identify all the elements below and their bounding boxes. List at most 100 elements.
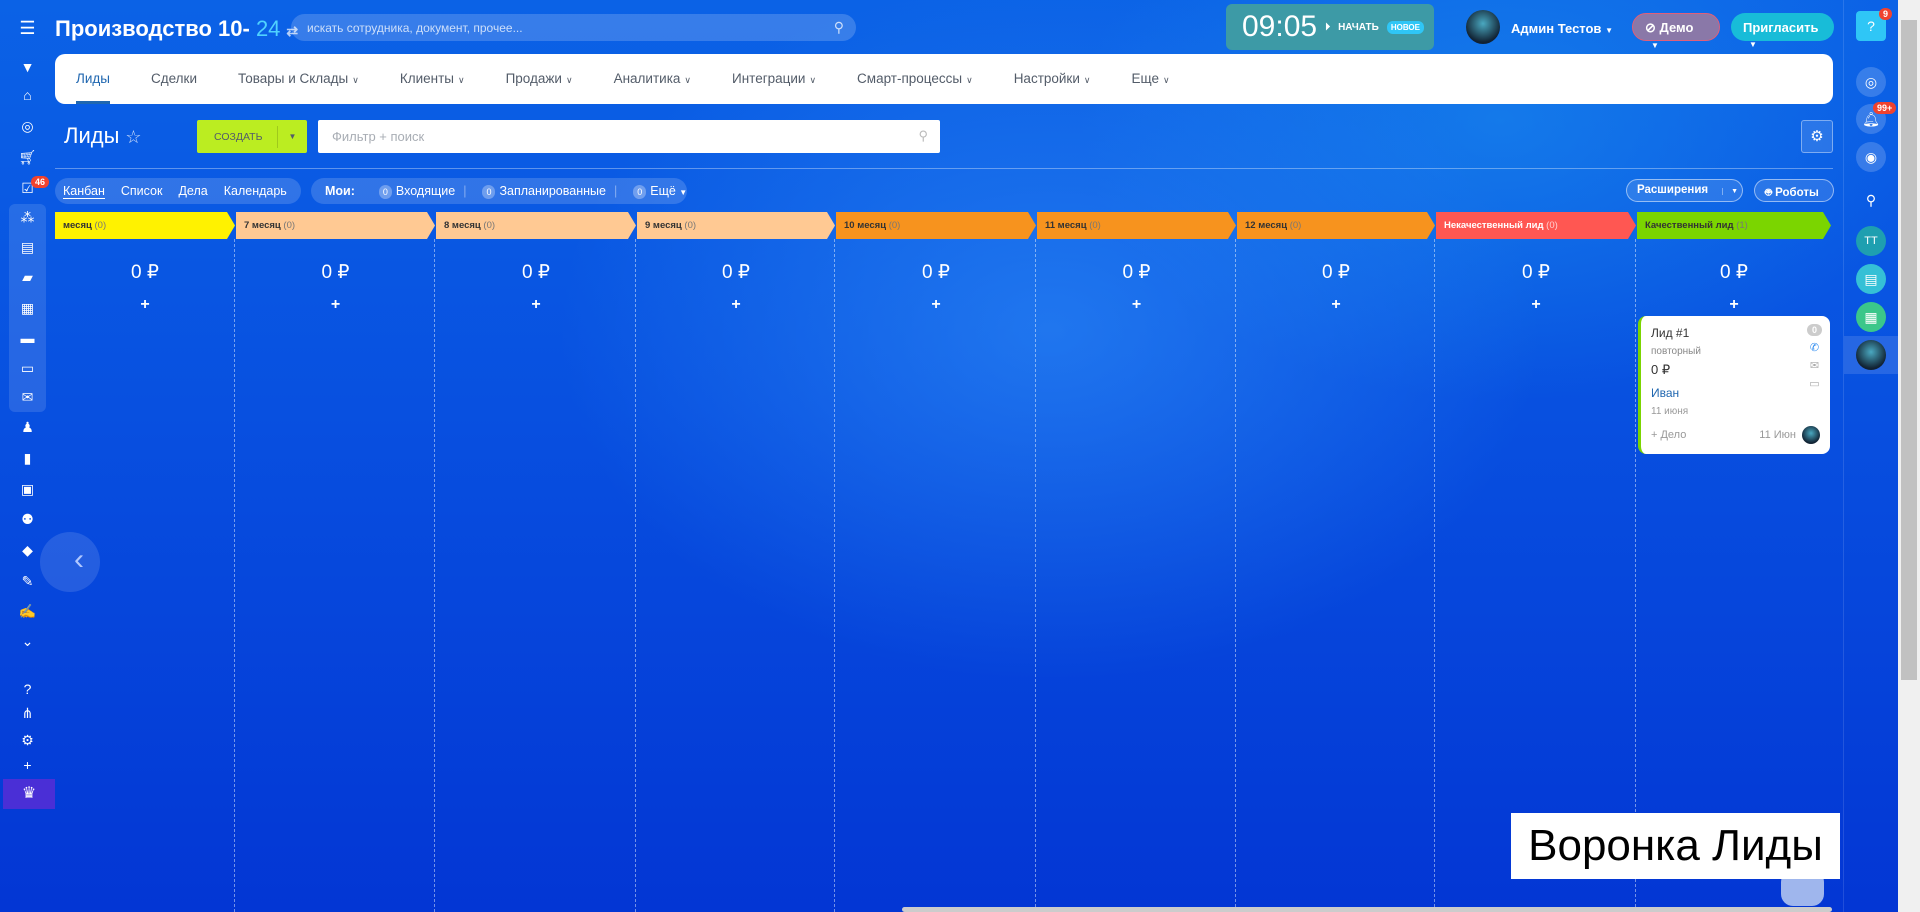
settings-button[interactable]: ⚙ — [1801, 120, 1833, 153]
column-header[interactable]: 7 месяц (0) — [236, 212, 435, 239]
view-list[interactable]: Список — [121, 184, 163, 198]
comment-icon[interactable]: ▭ — [1809, 377, 1819, 390]
column-header[interactable]: Некачественный лид (0) — [1436, 212, 1636, 239]
phone-icon[interactable]: ✆ — [1810, 341, 1819, 354]
add-item-button[interactable]: + — [1436, 296, 1636, 314]
tab-7[interactable]: Смарт-процессы ∨ — [857, 54, 973, 104]
card-title[interactable]: Лид #1 — [1651, 326, 1820, 340]
tab-9[interactable]: Еще ∨ — [1131, 54, 1169, 104]
start-button[interactable]: НАЧАТЬ — [1338, 22, 1379, 33]
add-item-button[interactable]: + — [236, 296, 435, 314]
robot-icon[interactable]: ⚉ — [0, 511, 55, 528]
tab-0[interactable]: Лиды — [76, 54, 110, 104]
search-icon[interactable]: ⚲ — [834, 19, 844, 36]
star-icon[interactable]: ☆ — [125, 127, 141, 147]
demo-button[interactable]: ⊘ Демо ▼ — [1632, 13, 1720, 50]
column-header[interactable]: 8 месяц (0) — [436, 212, 636, 239]
add-item-button[interactable]: + — [1637, 296, 1831, 314]
view-activities[interactable]: Дела — [178, 184, 207, 198]
planned-counter[interactable]: 0 Запланированные — [474, 184, 606, 199]
kanban-column: 9 месяц (0) 0 ₽ + — [637, 212, 835, 912]
view-calendar[interactable]: Календарь — [224, 184, 287, 198]
extensions-button[interactable]: Расширения ▼ — [1626, 179, 1743, 202]
lead-card[interactable]: Лид #1 повторный 0 ₽ Иван 11 июня 0 ✆ ✉ … — [1638, 316, 1830, 454]
more-counter[interactable]: 0 Ещё ▼ — [625, 184, 687, 199]
chat-icon[interactable]: ▰ — [0, 269, 55, 286]
column-header[interactable]: 9 месяц (0) — [637, 212, 835, 239]
search-icon[interactable]: ⚲ — [1856, 185, 1886, 215]
document-icon[interactable]: ▬ — [0, 330, 55, 346]
sites-icon[interactable]: ⁂ — [0, 209, 55, 226]
vertical-scrollbar[interactable] — [1898, 0, 1920, 912]
play-icon[interactable]: ⏵ — [1325, 22, 1330, 33]
structure-icon[interactable]: ⋔ — [0, 705, 55, 722]
add-icon[interactable]: + — [0, 757, 55, 773]
upgrade-button[interactable]: ♛ — [3, 779, 55, 809]
menu-icon[interactable]: ☰ — [0, 18, 55, 39]
groups-icon[interactable]: ♟ — [0, 419, 55, 436]
invite-button[interactable]: Пригласить ▼ — [1731, 13, 1834, 49]
robots-button[interactable]: 🤖︎ Роботы — [1754, 179, 1834, 202]
messenger-icon[interactable]: ◉ — [1856, 142, 1886, 172]
mail-icon[interactable]: ✉ — [1810, 359, 1819, 372]
column-header[interactable]: месяц (0) — [55, 212, 235, 239]
add-item-button[interactable]: + — [1037, 296, 1236, 314]
search-placeholder: искать сотрудника, документ, прочее... — [307, 21, 523, 35]
contact-avatar[interactable]: ТТ — [1856, 226, 1886, 256]
tab-5[interactable]: Аналитика ∨ — [614, 54, 691, 104]
scroll-left-button[interactable]: ‹ — [40, 532, 100, 592]
column-header[interactable]: Качественный лид (1) — [1637, 212, 1831, 239]
tab-6[interactable]: Интеграции ∨ — [732, 54, 816, 104]
bank-icon[interactable]: ⌂ — [0, 87, 55, 103]
cart-icon[interactable]: 🛒︎ — [0, 149, 55, 166]
portal-logo[interactable]: Производство 10- 24 ⇄ — [55, 16, 298, 42]
horizontal-scrollbar[interactable] — [902, 907, 1832, 912]
search-icon[interactable]: ⚲ — [918, 128, 928, 144]
copilot-icon[interactable]: ◎ — [1856, 67, 1886, 97]
scrollbar-thumb[interactable] — [1901, 20, 1917, 680]
contacts-icon[interactable]: ▣ — [0, 481, 55, 498]
feed-icon[interactable]: ▤ — [0, 239, 55, 256]
filter-search-input[interactable]: Фильтр + поиск ⚲ — [318, 120, 940, 153]
calendar-icon[interactable]: ▦ — [0, 300, 55, 317]
signature-icon[interactable]: ✍ — [0, 603, 55, 620]
drive-icon[interactable]: ▭ — [0, 360, 55, 377]
my-counters: Мои: 0 Входящие | 0 Запланированные | 0 Ещё… — [311, 178, 687, 204]
card-contact-link[interactable]: Иван — [1651, 386, 1820, 400]
help-icon[interactable]: ? — [0, 681, 55, 697]
work-day-widget[interactable]: 09:05 ⏵ НАЧАТЬ НОВОЕ — [1226, 4, 1434, 50]
user-avatar[interactable] — [1466, 10, 1500, 44]
column-header[interactable]: 12 месяц (0) — [1237, 212, 1435, 239]
chevron-down-icon[interactable]: ▼ — [277, 125, 307, 148]
tab-3[interactable]: Клиенты ∨ — [400, 54, 465, 104]
add-item-button[interactable]: + — [836, 296, 1036, 314]
active-chat-row[interactable] — [1844, 336, 1899, 374]
add-activity-button[interactable]: + Дело — [1651, 429, 1686, 441]
more-icon[interactable]: ⌄ — [0, 633, 55, 650]
tab-8[interactable]: Настройки ∨ — [1014, 54, 1091, 104]
chevron-down-icon[interactable]: ▼ — [1722, 188, 1739, 195]
column-title: 10 месяц — [844, 220, 887, 231]
responsible-avatar[interactable] — [1802, 426, 1820, 444]
tab-4[interactable]: Продажи ∨ — [506, 54, 573, 104]
column-header[interactable]: 10 месяц (0) — [836, 212, 1036, 239]
column-header[interactable]: 11 месяц (0) — [1037, 212, 1236, 239]
add-item-button[interactable]: + — [1237, 296, 1435, 314]
analytics-icon[interactable]: ▮ — [0, 450, 55, 467]
add-item-button[interactable]: + — [637, 296, 835, 314]
tab-2[interactable]: Товары и Склады ∨ — [238, 54, 359, 104]
target-icon[interactable]: ◎ — [0, 118, 55, 135]
funnel-icon[interactable]: ▼ — [0, 59, 55, 75]
chat-icon[interactable]: ▤ — [1856, 264, 1886, 294]
mail-icon[interactable]: ✉ — [0, 389, 55, 406]
document-icon[interactable]: ▦ — [1856, 302, 1886, 332]
tab-1[interactable]: Сделки — [151, 54, 197, 104]
incoming-counter[interactable]: 0 Входящие — [371, 184, 455, 199]
settings-icon[interactable]: ⚙ — [0, 732, 55, 749]
user-menu[interactable]: Админ Тестов ▼ — [1511, 21, 1613, 36]
add-item-button[interactable]: + — [55, 296, 235, 314]
global-search-input[interactable]: искать сотрудника, документ, прочее... ⚲ — [291, 14, 856, 41]
add-item-button[interactable]: + — [436, 296, 636, 314]
view-kanban[interactable]: Канбан — [63, 184, 105, 199]
create-button[interactable]: СОЗДАТЬ ▼ — [197, 120, 307, 153]
